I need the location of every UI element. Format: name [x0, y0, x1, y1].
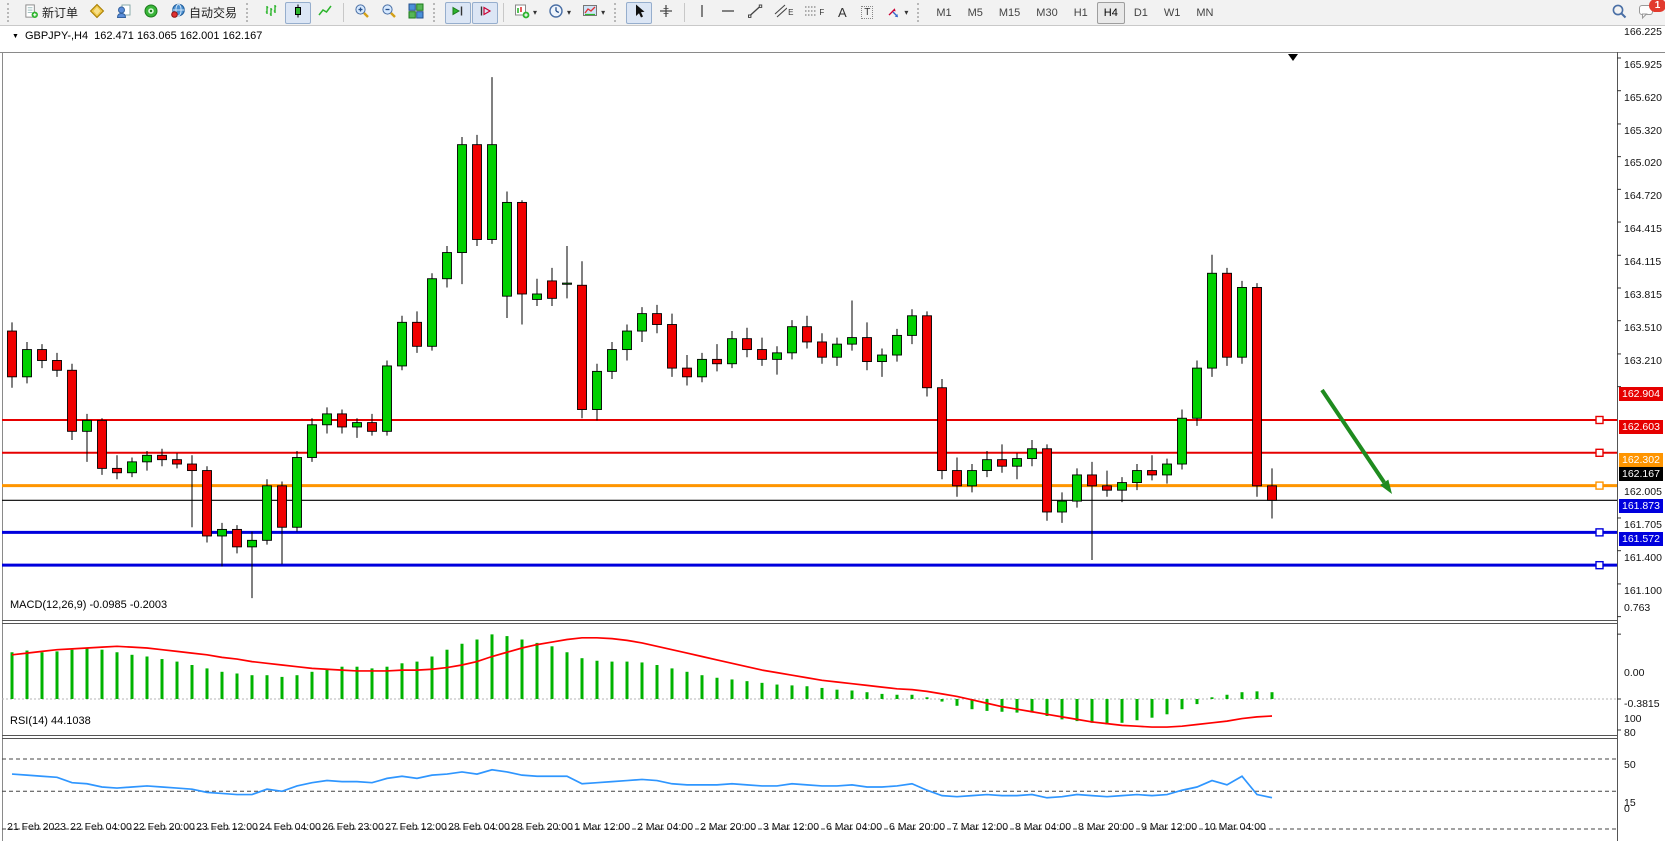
timeframe-bar: M1M5M15M30H1H4D1W1MN [929, 2, 1220, 24]
channel-icon [774, 3, 787, 22]
auto-scroll-button[interactable] [445, 2, 471, 24]
arrows-tool-button[interactable]: ▾ [880, 2, 913, 24]
timeframe-m15[interactable]: M15 [992, 2, 1027, 24]
line-handle[interactable] [1596, 482, 1603, 489]
market-watch-icon [89, 3, 105, 22]
timeframe-mn[interactable]: MN [1189, 2, 1220, 24]
timeframe-h1[interactable]: H1 [1067, 2, 1095, 24]
chart-shift-icon [477, 3, 493, 22]
bar-chart-button[interactable] [258, 2, 284, 24]
zoom-out-button[interactable] [376, 2, 402, 24]
fibonacci-icon [804, 3, 818, 22]
fibonacci-tool-button[interactable]: F [799, 2, 829, 24]
search-button[interactable] [1606, 2, 1633, 24]
new-chart-icon [514, 3, 530, 22]
vertical-line-tool-button[interactable] [690, 2, 714, 24]
candlesticks [8, 77, 1277, 598]
profiles-icon [116, 3, 132, 22]
tile-windows-button[interactable] [403, 2, 429, 24]
text-label-tool-icon: T [861, 6, 873, 19]
timeframe-d1[interactable]: D1 [1127, 2, 1155, 24]
horizontal-line-icon [720, 3, 736, 22]
trading-terminal: 新订单 自动交易 [0, 0, 1665, 841]
auto-scroll-icon [450, 3, 466, 22]
new-order-label: 新订单 [42, 4, 78, 21]
channel-tool-letter: E [788, 8, 793, 17]
auto-trading-icon [170, 3, 186, 22]
line-chart-icon [317, 3, 333, 22]
new-order-icon [24, 4, 39, 22]
chat-button[interactable]: 1 [1633, 2, 1661, 24]
timeframe-h4[interactable]: H4 [1097, 2, 1125, 24]
chevron-down-icon: ▾ [533, 9, 537, 17]
toolbar-separator [503, 3, 504, 22]
auto-trading-label: 自动交易 [189, 4, 237, 21]
chevron-down-icon: ▾ [904, 9, 908, 17]
chart-shift-marker[interactable] [1288, 54, 1298, 61]
timeframe-m30[interactable]: M30 [1029, 2, 1064, 24]
clock-icon [548, 3, 564, 22]
crosshair-button[interactable] [653, 2, 679, 24]
toolbar-drag-handle[interactable] [917, 3, 923, 22]
templates-icon [582, 3, 598, 22]
cursor-icon [631, 3, 647, 22]
annotation-arrow[interactable] [1322, 390, 1384, 482]
zoom-in-button[interactable] [349, 2, 375, 24]
notification-badge: 1 [1649, 0, 1665, 12]
candlestick-chart-button[interactable] [285, 2, 311, 24]
line-chart-button[interactable] [312, 2, 338, 24]
toolbar-separator [343, 3, 344, 22]
new-chart-button[interactable]: ▾ [509, 2, 542, 24]
line-handle[interactable] [1596, 416, 1603, 423]
signal-button[interactable] [138, 2, 164, 24]
auto-trading-button[interactable]: 自动交易 [165, 2, 242, 24]
toolbar: 新订单 自动交易 [0, 0, 1665, 26]
toolbar-drag-handle[interactable] [246, 3, 252, 22]
search-icon [1611, 3, 1628, 23]
macd-histogram [12, 634, 1272, 724]
vertical-line-icon [695, 3, 709, 22]
fibonacci-tool-letter: F [819, 8, 824, 17]
chart-shift-button[interactable] [472, 2, 498, 24]
timeframe-w1[interactable]: W1 [1157, 2, 1188, 24]
timeframe-m1[interactable]: M1 [929, 2, 958, 24]
profiles-button[interactable] [111, 2, 137, 24]
trendline-tool-button[interactable] [742, 2, 768, 24]
trendline-icon [747, 3, 763, 22]
cursor-button[interactable] [626, 2, 652, 24]
toolbar-separator [684, 3, 685, 22]
chevron-down-icon: ▾ [567, 9, 571, 17]
new-order-button[interactable]: 新订单 [19, 2, 83, 24]
text-tool-button[interactable]: A [830, 2, 854, 24]
line-handle[interactable] [1596, 449, 1603, 456]
channel-tool-button[interactable]: E [769, 2, 798, 24]
arrows-tool-icon [885, 3, 901, 22]
templates-button[interactable]: ▾ [577, 2, 610, 24]
signal-icon [143, 3, 159, 22]
line-handle[interactable] [1596, 562, 1603, 569]
horizontal-line-tool-button[interactable] [715, 2, 741, 24]
horizontal-price-lines[interactable] [2, 416, 1617, 568]
candlestick-chart-icon [290, 3, 306, 22]
crosshair-icon [658, 3, 674, 22]
toolbar-drag-handle[interactable] [433, 3, 439, 22]
tile-windows-icon [408, 3, 424, 22]
chevron-down-icon: ▾ [601, 9, 605, 17]
line-handle[interactable] [1596, 529, 1603, 536]
toolbar-drag-handle[interactable] [614, 3, 620, 22]
bar-chart-icon [263, 3, 279, 22]
toolbar-drag-handle[interactable] [7, 3, 13, 22]
market-watch-button[interactable] [84, 2, 110, 24]
timeframe-m5[interactable]: M5 [961, 2, 990, 24]
periods-button[interactable]: ▾ [543, 2, 576, 24]
zoom-in-icon [354, 3, 370, 22]
text-label-tool-button[interactable]: T [855, 2, 879, 24]
text-tool-icon: A [838, 5, 847, 20]
zoom-out-icon [381, 3, 397, 22]
chart-canvas[interactable] [0, 26, 1665, 841]
chart-window [0, 26, 1665, 841]
rsi-line [12, 770, 1272, 798]
